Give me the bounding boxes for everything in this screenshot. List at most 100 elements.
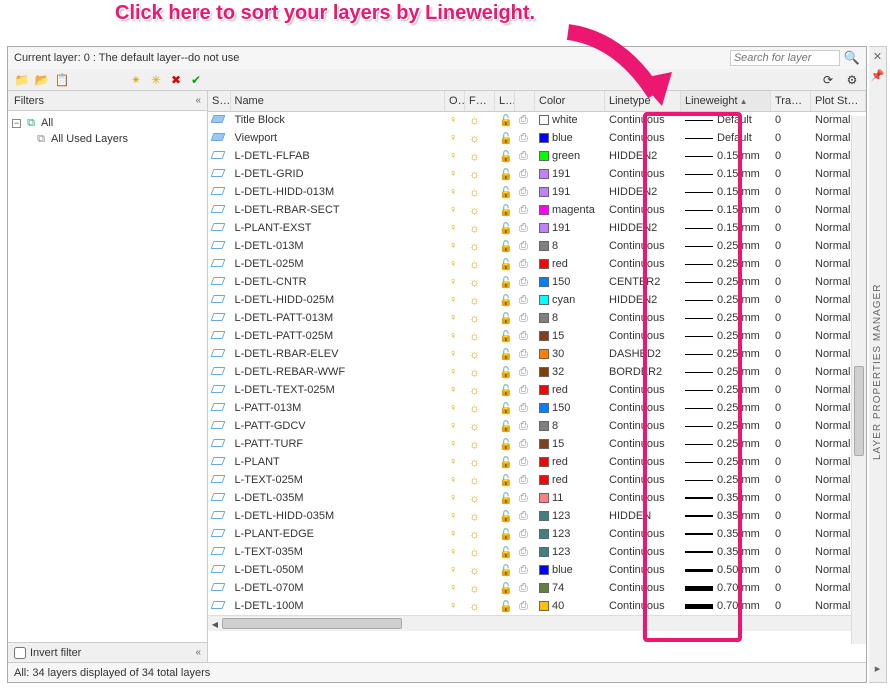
cell-color[interactable]: 32 — [535, 363, 605, 381]
cell-lineweight[interactable]: 0.25 mm — [681, 381, 771, 399]
lock-icon[interactable]: 🔓 — [499, 493, 513, 505]
printer-icon[interactable]: ⎙ — [519, 510, 528, 522]
lock-icon[interactable]: 🔓 — [499, 169, 513, 181]
cell-color[interactable]: 8 — [535, 417, 605, 435]
lock-icon[interactable]: 🔓 — [499, 367, 513, 379]
table-row[interactable]: L-DETL-070M♀☼🔓⎙74Continuous0.70 mm0Norma… — [208, 579, 866, 597]
cell-color[interactable]: 150 — [535, 273, 605, 291]
printer-icon[interactable]: ⎙ — [519, 258, 528, 270]
delete-layer-icon[interactable]: ✖ — [168, 72, 184, 88]
sun-icon[interactable]: ☼ — [469, 293, 480, 307]
lightbulb-icon[interactable]: ♀ — [449, 312, 457, 324]
lock-icon[interactable]: 🔓 — [499, 565, 513, 577]
cell-name[interactable]: L-DETL-PATT-025M — [230, 327, 445, 345]
printer-icon[interactable]: ⎙ — [519, 492, 528, 504]
table-row[interactable]: L-DETL-RBAR-SECT♀☼🔓⎙magentaContinuous0.1… — [208, 201, 866, 219]
cell-linetype[interactable]: Continuous — [605, 435, 681, 453]
sun-icon[interactable]: ☼ — [469, 383, 480, 397]
lock-icon[interactable]: 🔓 — [499, 547, 513, 559]
vertical-scrollbar[interactable] — [851, 116, 866, 644]
printer-icon[interactable]: ⎙ — [519, 222, 528, 234]
cell-name[interactable]: Title Block — [230, 111, 445, 129]
cell-lineweight[interactable]: 0.15 mm — [681, 201, 771, 219]
cell-lineweight[interactable]: 0.25 mm — [681, 399, 771, 417]
tree-node-used[interactable]: ⧉ All Used Layers — [10, 131, 205, 147]
cell-transparency[interactable]: 0 — [771, 399, 811, 417]
cell-transparency[interactable]: 0 — [771, 255, 811, 273]
cell-color[interactable]: 123 — [535, 543, 605, 561]
col-plotstyle[interactable]: Plot Style — [811, 91, 866, 111]
sun-icon[interactable]: ☼ — [469, 149, 480, 163]
printer-icon[interactable]: ⎙ — [519, 186, 528, 198]
cell-transparency[interactable]: 0 — [771, 165, 811, 183]
cell-color[interactable]: red — [535, 453, 605, 471]
printer-icon[interactable]: ⎙ — [519, 330, 528, 342]
col-transparency[interactable]: Tran... — [771, 91, 811, 111]
cell-transparency[interactable]: 0 — [771, 507, 811, 525]
cell-transparency[interactable]: 0 — [771, 273, 811, 291]
cell-transparency[interactable]: 0 — [771, 183, 811, 201]
cell-color[interactable]: 11 — [535, 489, 605, 507]
cell-color[interactable]: blue — [535, 129, 605, 147]
lightbulb-icon[interactable]: ♀ — [449, 132, 457, 144]
cell-name[interactable]: L-DETL-GRID — [230, 165, 445, 183]
search-box[interactable]: 🔍 — [730, 50, 860, 66]
sun-icon[interactable]: ☼ — [469, 185, 480, 199]
col-freeze[interactable]: Fre... — [465, 91, 495, 111]
table-row[interactable]: L-DETL-FLFAB♀☼🔓⎙greenHIDDEN20.15 mm0Norm… — [208, 147, 866, 165]
cell-name[interactable]: L-DETL-HIDD-035M — [230, 507, 445, 525]
cell-lineweight[interactable]: 0.35 mm — [681, 489, 771, 507]
lightbulb-icon[interactable]: ♀ — [449, 510, 457, 522]
cell-transparency[interactable]: 0 — [771, 309, 811, 327]
lock-icon[interactable]: 🔓 — [499, 277, 513, 289]
filter-header[interactable]: Filters « — [8, 91, 207, 111]
sun-icon[interactable]: ☼ — [469, 527, 480, 541]
collapse-icon[interactable]: « — [195, 95, 201, 106]
cell-lineweight[interactable]: 0.25 mm — [681, 417, 771, 435]
lightbulb-icon[interactable]: ♀ — [449, 528, 457, 540]
new-filter-icon[interactable]: 📁 — [14, 72, 30, 88]
cell-linetype[interactable]: Continuous — [605, 165, 681, 183]
printer-icon[interactable]: ⎙ — [519, 564, 528, 576]
cell-linetype[interactable]: Continuous — [605, 399, 681, 417]
cell-color[interactable]: 74 — [535, 579, 605, 597]
cell-lineweight[interactable]: 0.70 mm — [681, 579, 771, 597]
table-row[interactable]: L-DETL-RBAR-ELEV♀☼🔓⎙30DASHED20.25 mm0Nor… — [208, 345, 866, 363]
table-row[interactable]: L-PLANT♀☼🔓⎙redContinuous0.25 mm0Normal — [208, 453, 866, 471]
cell-color[interactable]: 8 — [535, 237, 605, 255]
cell-linetype[interactable]: Continuous — [605, 543, 681, 561]
cell-color[interactable]: cyan — [535, 291, 605, 309]
pin-icon[interactable]: 📌 — [871, 69, 885, 85]
lightbulb-icon[interactable]: ♀ — [449, 150, 457, 162]
cell-name[interactable]: L-DETL-070M — [230, 579, 445, 597]
table-row[interactable]: L-DETL-CNTR♀☼🔓⎙150CENTER20.25 mm0Normal — [208, 273, 866, 291]
cell-lineweight[interactable]: 0.25 mm — [681, 345, 771, 363]
sun-icon[interactable]: ☼ — [469, 401, 480, 415]
settings-icon[interactable]: ⚙ — [844, 72, 860, 88]
lock-icon[interactable]: 🔓 — [499, 331, 513, 343]
cell-linetype[interactable]: CENTER2 — [605, 273, 681, 291]
cell-name[interactable]: L-PATT-013M — [230, 399, 445, 417]
cell-color[interactable]: 40 — [535, 597, 605, 615]
lock-icon[interactable]: 🔓 — [499, 529, 513, 541]
cell-name[interactable]: L-DETL-FLFAB — [230, 147, 445, 165]
cell-lineweight[interactable]: 0.25 mm — [681, 363, 771, 381]
cell-name[interactable]: L-DETL-025M — [230, 255, 445, 273]
cell-color[interactable]: red — [535, 255, 605, 273]
cell-color[interactable]: 123 — [535, 525, 605, 543]
cell-linetype[interactable]: Continuous — [605, 381, 681, 399]
sun-icon[interactable]: ☼ — [469, 275, 480, 289]
sun-icon[interactable]: ☼ — [469, 203, 480, 217]
cell-linetype[interactable]: Continuous — [605, 237, 681, 255]
sun-icon[interactable]: ☼ — [469, 239, 480, 253]
cell-name[interactable]: Viewport — [230, 129, 445, 147]
cell-color[interactable]: 15 — [535, 435, 605, 453]
scroll-left-icon[interactable]: ◀ — [208, 616, 222, 632]
lock-icon[interactable]: 🔓 — [499, 385, 513, 397]
sun-icon[interactable]: ☼ — [469, 131, 480, 145]
printer-icon[interactable]: ⎙ — [519, 204, 528, 216]
printer-icon[interactable]: ⎙ — [519, 132, 528, 144]
lightbulb-icon[interactable]: ♀ — [449, 438, 457, 450]
cell-color[interactable]: 30 — [535, 345, 605, 363]
table-row[interactable]: L-DETL-PATT-013M♀☼🔓⎙8Continuous0.25 mm0N… — [208, 309, 866, 327]
